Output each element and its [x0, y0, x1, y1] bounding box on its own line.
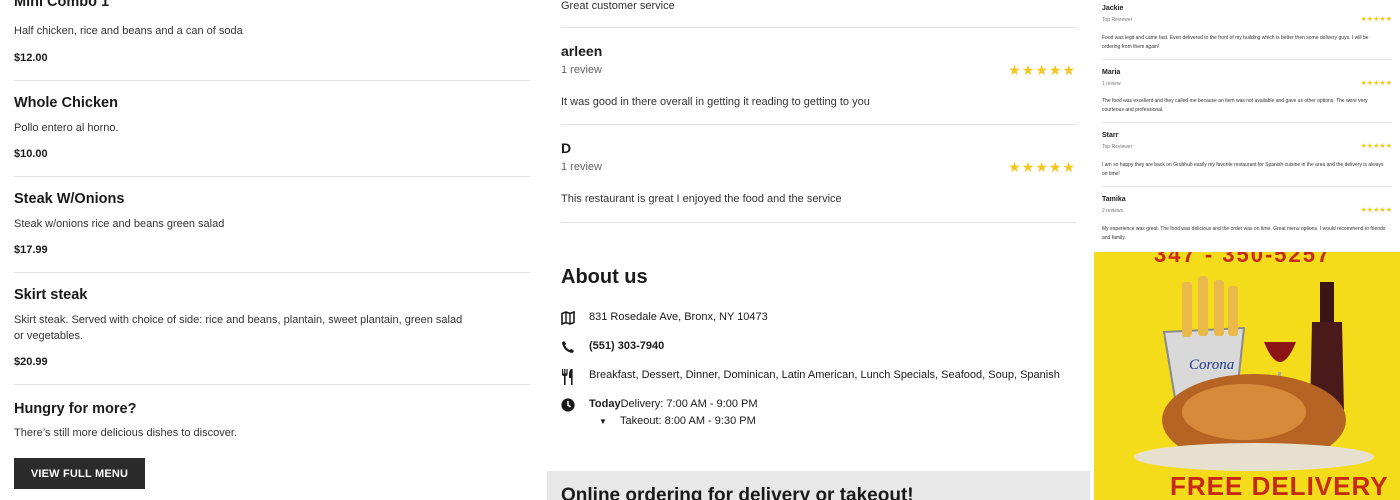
reviewer-name: arleen [561, 43, 603, 59]
mini-review: Jackie Top Reviewer ★★★★★ Food was legit… [1102, 0, 1392, 60]
menu-item-description: Skirt steak. Served with choice of side:… [14, 314, 463, 342]
star-rating: ★★★★★ [1360, 207, 1392, 214]
menu-item[interactable]: Whole Chicken Pollo entero al horno. $10… [14, 81, 530, 177]
flyer-brand-text: Corona [1189, 357, 1234, 373]
hours-today-label: Today [589, 398, 621, 410]
menu-item-name: Steak W/Onions [14, 191, 125, 207]
about-title: About us [561, 266, 648, 288]
address-text: 831 Rosedale Ave, Bronx, NY 10473 [589, 311, 768, 323]
flyer-promo-text: FREE DELIVERY [1170, 471, 1389, 500]
menu-item-price: $20.99 [14, 356, 48, 368]
phone-row: (551) 303-7940 [561, 340, 664, 354]
menu-item-name: Whole Chicken [14, 95, 118, 111]
menu-item-description: Steak w/onions rice and beans green sala… [14, 218, 225, 230]
mini-review-sub: Top Reviewer [1102, 144, 1133, 150]
cuisines-text: Breakfast, Dessert, Dinner, Dominican, L… [589, 369, 1060, 381]
menu-item-price: $17.99 [14, 244, 48, 256]
menu-item[interactable]: Mini Combo 1 Half chicken, rice and bean… [14, 0, 530, 81]
flyer-illustration: Corona [1134, 276, 1374, 471]
mini-review-sub: 2 reviews [1102, 208, 1124, 214]
caret-down-icon[interactable]: ▼ [599, 417, 607, 426]
star-rating: ★★★★★ [1008, 159, 1076, 175]
order-online-title: Online ordering for delivery or takeout! [561, 485, 914, 500]
mini-review-name: Starr [1102, 132, 1119, 139]
mini-review: Maria 1 review ★★★★★ The food was excell… [1102, 60, 1392, 123]
menu-item-name: Mini Combo 1 [14, 0, 110, 10]
address-row: 831 Rosedale Ave, Bronx, NY 10473 [561, 311, 768, 325]
star-rating: ★★★★★ [1360, 143, 1392, 150]
reviews-and-about: Great customer service arleen 1 review ★… [561, 0, 1076, 500]
mini-review-sub: 1 review [1102, 81, 1121, 87]
reviewer-name: D [561, 140, 572, 156]
hungry-subtitle: There’s still more delicious dishes to d… [14, 427, 237, 439]
review-item: D 1 review ★★★★★ This restaurant is grea… [561, 125, 1076, 223]
hours-takeout: Takeout: 8:00 AM - 9:30 PM [620, 415, 756, 427]
hours-row[interactable]: Today Delivery: 7:00 AM - 9:00 PM [561, 398, 758, 412]
menu-item-description: Pollo entero al horno. [14, 122, 119, 134]
mini-review-text: My experience was great. The food was de… [1102, 226, 1386, 241]
order-online-banner: Online ordering for delivery or takeout! [547, 471, 1090, 500]
review-text: It was good in there overall in getting … [561, 96, 870, 108]
mini-review: Starr Top Reviewer ★★★★★ I am so happy t… [1102, 123, 1392, 187]
menu-item[interactable]: Steak W/Onions Steak w/onions rice and b… [14, 177, 530, 273]
map-icon [561, 311, 589, 325]
hours-delivery: Delivery: 7:00 AM - 9:00 PM [620, 398, 758, 410]
menu-item-name: Skirt steak [14, 287, 88, 303]
mini-review-text: The food was excellent and they called m… [1102, 98, 1368, 113]
mini-review: Tamika 2 reviews ★★★★★ My experience was… [1102, 187, 1392, 252]
review-text: Great customer service [561, 0, 675, 12]
mini-review-name: Tamika [1102, 196, 1126, 203]
menu-item-price: $12.00 [14, 52, 48, 64]
menu-item-description: Half chicken, rice and beans and a can o… [14, 25, 243, 37]
star-rating: ★★★★★ [1360, 16, 1392, 23]
menu-item[interactable]: Skirt steak Skirt steak. Served with cho… [14, 273, 530, 385]
review-count: 1 review [561, 64, 602, 76]
review-screenshot-panel: Jackie Top Reviewer ★★★★★ Food was legit… [1094, 0, 1400, 500]
review-text: This restaurant is great I enjoyed the f… [561, 193, 842, 205]
review-item: Great customer service [561, 0, 1076, 28]
view-full-menu-button[interactable]: VIEW FULL MENU [14, 458, 145, 489]
fork-knife-icon [561, 369, 589, 385]
menu-list: Mini Combo 1 Half chicken, rice and bean… [14, 0, 530, 500]
hungry-title: Hungry for more? [14, 401, 137, 417]
star-rating: ★★★★★ [1008, 62, 1076, 78]
phone-icon [561, 340, 589, 354]
mini-review-text: Food was legit and came fast. Even deliv… [1102, 35, 1369, 50]
mini-review-name: Maria [1102, 69, 1121, 76]
restaurant-flyer-image: 347 - 350-5257 Corona FREE DELIVERY [1094, 252, 1400, 500]
cuisines-row: Breakfast, Dessert, Dinner, Dominican, L… [561, 369, 1060, 385]
phone-link[interactable]: (551) 303-7940 [589, 340, 664, 352]
star-rating: ★★★★★ [1360, 80, 1392, 87]
mini-review-text: I am so happy they are back on Grubhub e… [1102, 162, 1384, 177]
clock-icon [561, 398, 589, 412]
review-count: 1 review [561, 161, 602, 173]
review-item: arleen 1 review ★★★★★ It was good in the… [561, 28, 1076, 125]
menu-item-price: $10.00 [14, 148, 48, 160]
mini-review-sub: Top Reviewer [1102, 17, 1133, 23]
mini-review-name: Jackie [1102, 5, 1124, 12]
